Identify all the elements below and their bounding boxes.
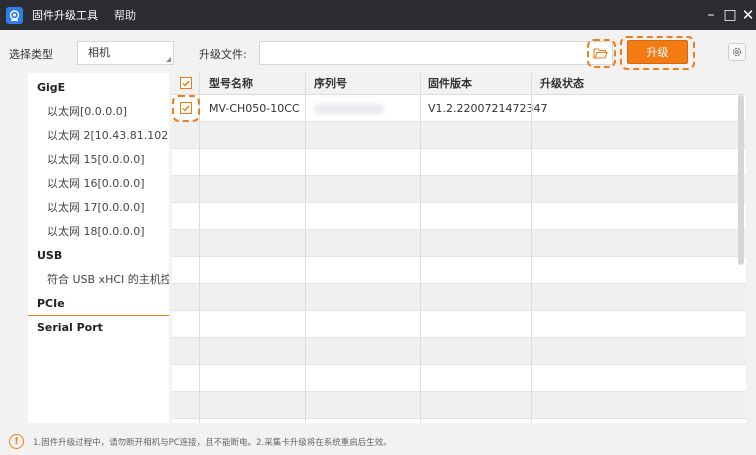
table-row — [172, 311, 746, 338]
column-divider — [531, 73, 532, 423]
col-firmware[interactable]: 固件版本 — [428, 73, 472, 95]
column-divider — [199, 73, 200, 423]
table-row — [172, 203, 746, 230]
checkmark-icon — [182, 80, 190, 87]
folder-open-icon — [593, 48, 608, 59]
table-row — [172, 284, 746, 311]
tree-item-ethernet-16[interactable]: 以太网 16[0.0.0.0] — [28, 172, 169, 196]
browse-folder-button[interactable] — [590, 43, 611, 63]
tree-item-ethernet-18[interactable]: 以太网 18[0.0.0.0] — [28, 220, 169, 244]
warning-icon: ! — [9, 434, 24, 449]
gear-icon — [732, 47, 742, 57]
file-path-input[interactable] — [259, 41, 613, 65]
close-button[interactable]: ✕ — [737, 0, 756, 30]
table-row — [172, 392, 746, 419]
group-usb[interactable]: USB — [28, 244, 169, 268]
table-row — [172, 365, 746, 392]
resize-grip-icon — [166, 57, 171, 62]
cell-serial-redacted — [314, 104, 384, 114]
row-checkbox[interactable] — [180, 102, 192, 114]
table-row[interactable]: MV-CH050-10CC V1.2.2200721472347 — [172, 95, 746, 122]
settings-button[interactable] — [728, 43, 746, 61]
status-bar: ! 1.固件升级过程中，请勿断开相机与PC连接，且不能断电。2.采集卡升级将在系… — [0, 428, 756, 455]
file-label: 升级文件: — [199, 48, 247, 61]
table-row — [172, 176, 746, 203]
checkmark-icon — [182, 105, 190, 112]
type-label: 选择类型 — [9, 48, 53, 61]
col-status[interactable]: 升级状态 — [540, 73, 584, 95]
group-pcie[interactable]: PCIe — [28, 292, 169, 316]
tree-item-ethernet-17[interactable]: 以太网 17[0.0.0.0] — [28, 196, 169, 220]
help-menu[interactable]: 帮助 — [114, 7, 136, 23]
table-row — [172, 230, 746, 257]
select-all-checkbox[interactable] — [180, 77, 192, 89]
app-title: 固件升级工具 — [32, 9, 98, 22]
title-bar: 固件升级工具 帮助 – □ ✕ — [0, 0, 756, 30]
camera-icon — [6, 6, 23, 24]
column-divider — [305, 73, 306, 423]
column-divider — [420, 73, 421, 423]
table-row — [172, 149, 746, 176]
device-table: 型号名称 序列号 固件版本 升级状态 MV-CH050-10CC V1.2.22… — [172, 73, 746, 423]
toolbar: 选择类型 相机 升级文件: 升级 — [0, 30, 756, 73]
group-gige[interactable]: GigE — [28, 76, 169, 100]
upgrade-button[interactable]: 升级 — [627, 40, 688, 64]
table-row — [172, 257, 746, 284]
table-row — [172, 338, 746, 365]
cell-firmware: V1.2.2200721472347 — [428, 102, 548, 115]
type-select-value: 相机 — [88, 46, 110, 59]
tree-item-ethernet[interactable]: 以太网[0.0.0.0] — [28, 100, 169, 124]
footer-notice: 1.固件升级过程中，请勿断开相机与PC连接，且不能断电。2.采集卡升级将在系统重… — [33, 437, 392, 448]
type-select[interactable]: 相机 — [77, 41, 174, 65]
group-serial-port[interactable]: Serial Port — [28, 316, 169, 340]
cell-model: MV-CH050-10CC — [209, 102, 300, 115]
table-header: 型号名称 序列号 固件版本 升级状态 — [172, 73, 746, 95]
col-serial[interactable]: 序列号 — [314, 73, 347, 95]
tree-item-ethernet-2[interactable]: 以太网 2[10.43.81.102] — [28, 124, 169, 148]
col-model[interactable]: 型号名称 — [209, 73, 253, 95]
table-row — [172, 122, 746, 149]
table-scrollbar[interactable] — [738, 95, 744, 265]
device-tree: GigE 以太网[0.0.0.0] 以太网 2[10.43.81.102] 以太… — [28, 73, 169, 423]
tree-item-ethernet-15[interactable]: 以太网 15[0.0.0.0] — [28, 148, 169, 172]
tree-item-usb-xhci[interactable]: 符合 USB xHCI 的主机控... — [28, 268, 169, 292]
